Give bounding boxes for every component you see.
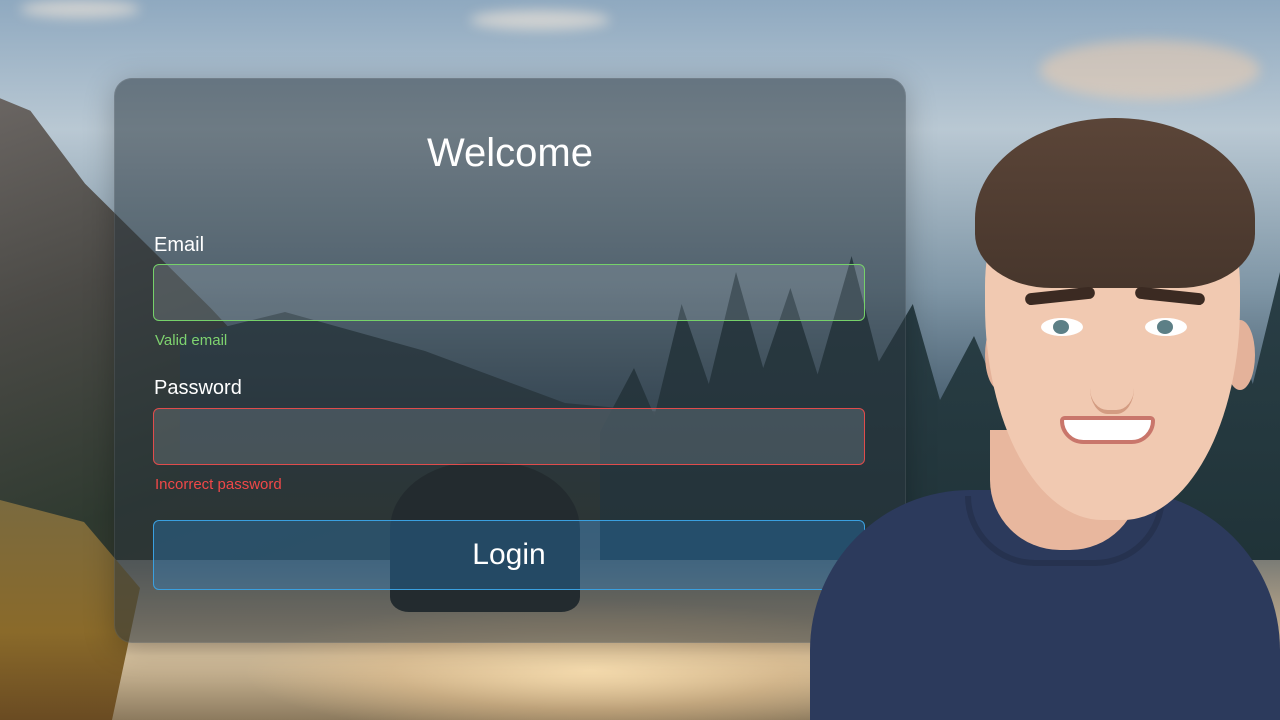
cloud xyxy=(470,10,610,30)
iris xyxy=(1053,320,1069,334)
password-error-message: Incorrect password xyxy=(155,476,282,493)
email-valid-message: Valid email xyxy=(155,332,228,349)
password-field[interactable] xyxy=(153,408,865,465)
eye xyxy=(1041,318,1083,336)
smile xyxy=(1060,416,1155,444)
login-button[interactable]: Login xyxy=(153,520,865,590)
login-card: Welcome Email Valid email Password Incor… xyxy=(114,78,906,643)
presenter-photo xyxy=(805,110,1280,720)
eye xyxy=(1145,318,1187,336)
hair xyxy=(975,118,1255,288)
email-label: Email xyxy=(154,234,205,256)
email-field[interactable] xyxy=(153,264,865,321)
welcome-title: Welcome xyxy=(427,131,593,175)
cloud xyxy=(1040,40,1260,100)
password-label: Password xyxy=(154,377,242,399)
iris xyxy=(1157,320,1173,334)
cloud xyxy=(20,0,140,18)
nose xyxy=(1090,350,1134,414)
